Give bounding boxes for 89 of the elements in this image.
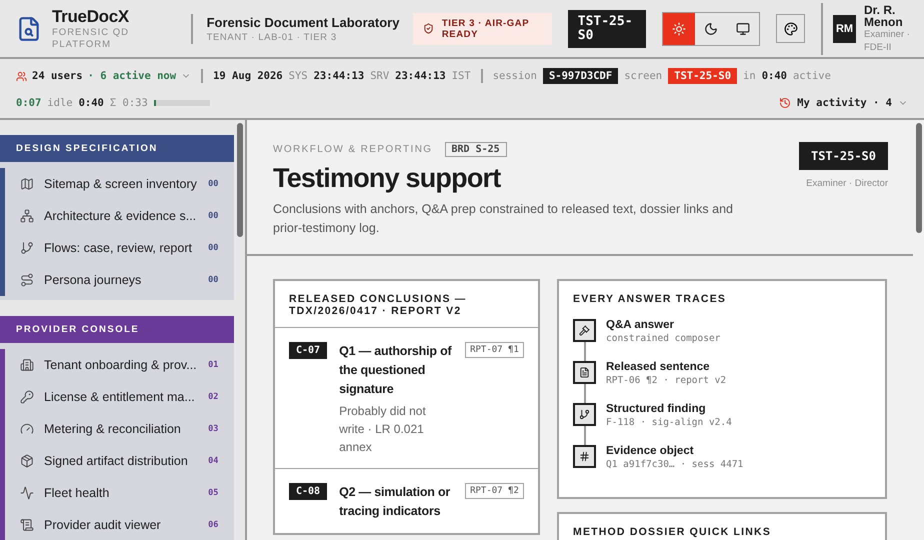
users-icon	[16, 70, 27, 82]
total-time: Σ 0:33	[110, 97, 148, 109]
srv-label: SRV	[370, 70, 390, 82]
report-reference: RPT-07 ¶2	[465, 483, 524, 499]
route-icon	[20, 273, 34, 287]
branch-icon	[20, 241, 34, 255]
section-header: PROVIDER CONSOLE	[0, 316, 234, 343]
step-detail: Q1 a91f7c30… · sess 4471	[606, 459, 744, 470]
hash-icon	[573, 445, 596, 468]
sidebar-item[interactable]: Signed artifact distribution 04	[5, 445, 234, 477]
users-dropdown[interactable]: 24 users · 6 active now	[16, 70, 192, 82]
roles-text: Examiner · Director	[806, 178, 888, 189]
moon-icon	[704, 22, 718, 36]
eyebrow-text: WORKFLOW & REPORTING	[273, 144, 432, 155]
sidebar-item[interactable]: Tenant onboarding & prov... 01	[5, 349, 234, 381]
section-header: DESIGN SPECIFICATION	[0, 135, 234, 162]
gauge-icon	[20, 422, 34, 436]
card-title: EVERY ANSWER TRACES	[572, 292, 728, 307]
key-icon	[20, 390, 34, 404]
sys-label: SYS	[288, 70, 308, 82]
hierarchy-icon	[20, 209, 34, 223]
conclusion-question: Q1 — authorship of the questioned signature	[339, 343, 453, 398]
sidebar-item[interactable]: Provider audit viewer 06	[5, 509, 234, 540]
sidebar-item[interactable]: Architecture & evidence s... 00	[5, 200, 234, 232]
sidebar-item[interactable]: License & entitlement ma... 02	[5, 381, 234, 413]
conclusion-detail: Probably did not write · LR 0.021 annex	[339, 403, 427, 456]
avatar: RM	[833, 14, 856, 42]
step-title: Q&A answer	[606, 319, 675, 331]
sun-icon	[672, 22, 686, 36]
conclusion-id: C-08	[289, 483, 328, 500]
brand-name: TrueDocX	[52, 6, 130, 26]
active-label: active	[792, 70, 831, 82]
package-icon	[20, 454, 34, 468]
conclusion-question: Q2 — simulation or tracing indicators	[339, 484, 452, 520]
light-theme-button[interactable]	[663, 12, 696, 44]
step-detail: F-118 · sig-align v2.4	[606, 417, 732, 428]
page-description: Conclusions with anchors, Q&A prep constrained to released text, dossier links and prior-testimony log.	[273, 201, 734, 237]
scrollbar-thumb[interactable]	[916, 123, 922, 233]
idle-time: 0:40	[78, 97, 104, 109]
palette-button[interactable]	[776, 14, 805, 43]
screen-id: TST-25-S0	[668, 68, 738, 84]
idle-label: idle	[47, 97, 73, 109]
step-detail: constrained composer	[606, 333, 720, 344]
page-title: Testimony support	[273, 163, 502, 194]
sidebar-item[interactable]: Fleet health 05	[5, 477, 234, 509]
document-icon	[573, 361, 596, 384]
branch-icon	[573, 403, 596, 426]
date-text: 19 Aug 2026	[213, 70, 283, 82]
srv-time: 23:44:13	[395, 70, 446, 82]
map-icon	[20, 177, 34, 191]
step-detail: RPT-06 ¶2 · report v2	[606, 375, 726, 386]
tenant-name: Forensic Document Laboratory	[206, 14, 400, 30]
in-label: in	[743, 70, 756, 82]
step-title: Released sentence	[606, 361, 711, 373]
tier-text: TIER 3 · AIR-GAP READY	[442, 18, 530, 40]
sys-time: 23:44:13	[314, 70, 364, 82]
shield-icon	[422, 23, 434, 34]
sidebar-item[interactable]: Persona journeys 00	[5, 264, 234, 296]
activity-dropdown[interactable]: My activity · 4	[779, 97, 908, 109]
history-icon	[779, 97, 792, 109]
brd-tag: BRD S-25	[444, 142, 507, 157]
in-time: 0:40	[762, 70, 787, 82]
brand-tagline: FORENSIC QD PLATFORM	[52, 26, 130, 50]
monitor-icon	[736, 22, 750, 36]
session-label: session	[492, 70, 537, 82]
sidebar-item[interactable]: Flows: case, review, report 00	[5, 232, 234, 264]
scrollbar-thumb[interactable]	[236, 123, 243, 237]
building-icon	[20, 358, 34, 372]
gavel-icon	[573, 319, 596, 342]
active-time: 0:07	[16, 97, 42, 109]
screen-label: screen	[624, 70, 662, 82]
timezone-label: IST	[452, 70, 471, 82]
screen-code: TST-25-S0	[798, 142, 888, 170]
conclusion-id: C-07	[289, 342, 328, 359]
step-title: Structured finding	[606, 403, 707, 415]
sidebar-item[interactable]: Sitemap & screen inventory 00	[5, 168, 234, 200]
card-title: METHOD DOSSIER QUICK LINKS	[572, 525, 772, 540]
palette-icon	[784, 22, 798, 36]
report-reference: RPT-07 ¶1	[465, 342, 524, 358]
step-title: Evidence object	[606, 445, 695, 457]
sidebar-item[interactable]: Metering & reconciliation 03	[5, 413, 234, 445]
screen-code: TST-25-S0	[568, 10, 646, 48]
card-title: RELEASED CONCLUSIONS — TDX/2026/0417 · REPORT V2	[288, 292, 468, 319]
pulse-icon	[20, 486, 34, 500]
tenant-meta: TENANT · LAB-01 · TIER 3	[206, 32, 338, 42]
user-role: Examiner · FDE-II	[864, 28, 911, 54]
session-id: S-997D3CDF	[542, 68, 618, 84]
scroll-icon	[20, 518, 34, 532]
user-name: Dr. R. Menon	[864, 4, 904, 28]
